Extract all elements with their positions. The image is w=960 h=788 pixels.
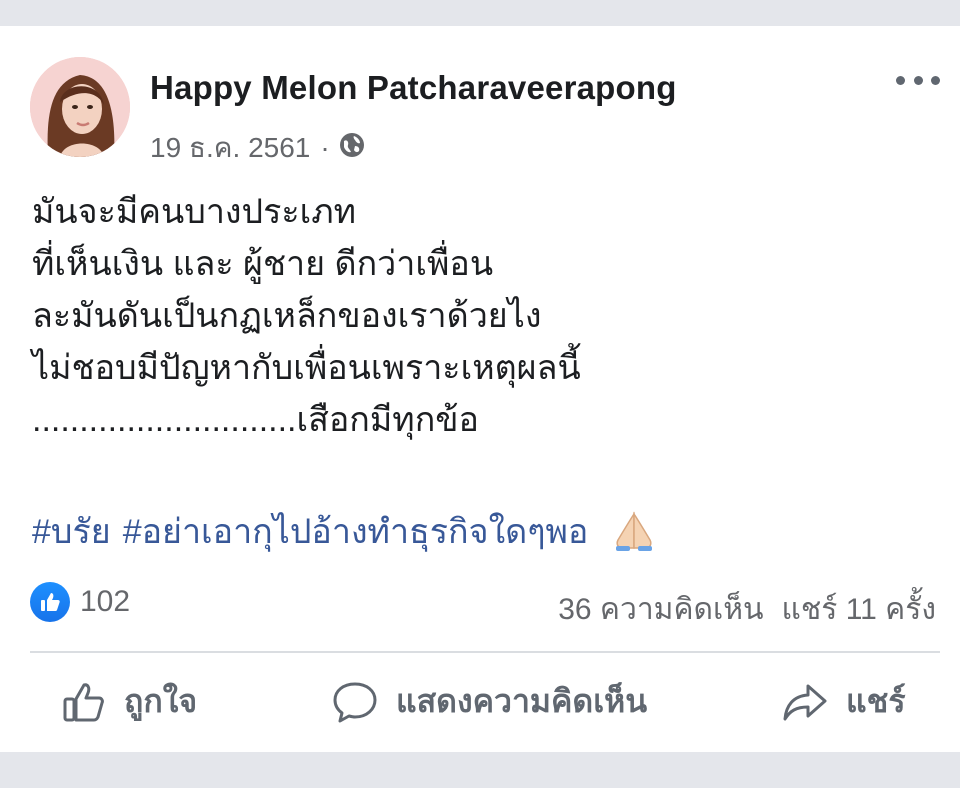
- comment-button[interactable]: แสดงความคิดเห็น: [332, 676, 647, 727]
- hashtag-link[interactable]: #อย่าเอากุไปอ้างทำธุรกิจใดๆพอ: [123, 504, 589, 558]
- like-reaction-icon: [30, 582, 70, 622]
- action-bar: ถูกใจ แสดงความคิดเห็น แชร์: [0, 676, 960, 736]
- engagement-summary: 36 ความคิดเห็น แชร์ 11 ครั้ง: [558, 586, 936, 633]
- action-divider: [30, 651, 940, 653]
- post-body-line: ที่เห็นเงิน และ ผู้ชาย ดีกว่าเพื่อน: [32, 245, 494, 283]
- bottom-frame-bar: [0, 752, 960, 788]
- comment-bubble-icon: [333, 682, 377, 722]
- avatar[interactable]: [30, 57, 130, 157]
- post-body: มันจะมีคนบางประเภท ที่เห็นเงิน และ ผู้ชา…: [32, 186, 912, 446]
- reaction-summary[interactable]: 102: [30, 582, 130, 622]
- post-body-line: มันจะมีคนบางประเภท: [32, 193, 357, 231]
- post-body-line: ละมันดันเป็นกฏเหล็กของเราด้วยไง: [32, 297, 542, 335]
- folded-hands-emoji: [610, 510, 658, 552]
- hashtag-link[interactable]: #บรัย: [32, 504, 111, 558]
- meta-separator: ·: [320, 132, 330, 163]
- comment-button-label: แสดงความคิดเห็น: [396, 683, 648, 719]
- share-count[interactable]: แชร์ 11 ครั้ง: [782, 593, 936, 626]
- post-body-line: ............................เสือกมีทุกข้…: [32, 401, 479, 439]
- post-body-line: ไม่ชอบมีปัญหากับเพื่อนเพราะเหตุผลนี้: [32, 349, 581, 387]
- top-frame-bar: [0, 0, 960, 26]
- comment-count[interactable]: 36 ความคิดเห็น: [558, 593, 763, 626]
- like-count: 102: [80, 585, 131, 618]
- author-name[interactable]: Happy Melon Patcharaveerapong: [150, 69, 677, 107]
- post-meta: 19 ธ.ค. 2561 ·: [150, 126, 366, 170]
- share-button[interactable]: แชร์: [782, 676, 906, 727]
- more-options-icon[interactable]: [896, 70, 940, 90]
- like-button[interactable]: ถูกใจ: [62, 676, 197, 727]
- hashtag-row: #บรัย #อย่าเอากุไปอ้างทำธุรกิจใดๆพอ: [32, 504, 658, 558]
- thumbs-up-icon: [63, 682, 104, 721]
- share-arrow-icon: [783, 684, 827, 720]
- globe-icon: [338, 131, 366, 166]
- avatar-image: [30, 57, 130, 157]
- share-button-label: แชร์: [846, 683, 906, 719]
- post-date[interactable]: 19 ธ.ค. 2561: [150, 126, 310, 170]
- facebook-post: Happy Melon Patcharaveerapong 19 ธ.ค. 25…: [0, 26, 960, 752]
- like-button-label: ถูกใจ: [124, 683, 198, 719]
